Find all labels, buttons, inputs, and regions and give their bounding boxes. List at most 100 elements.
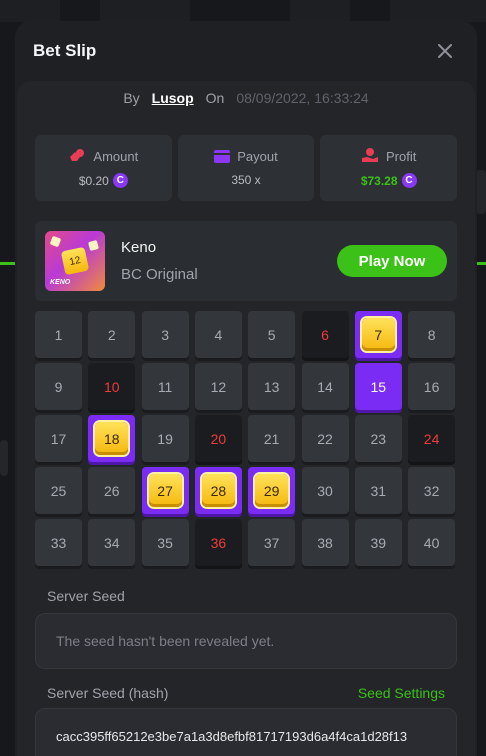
server-seed-label: Server Seed [47,588,125,604]
stat-payout: Payout 350 x [177,135,315,201]
keno-tile: 4 [194,311,242,358]
keno-tile: 8 [408,311,456,358]
keno-game-thumbnail: 12 KENO [45,231,105,291]
keno-tile: 27 [141,467,189,514]
bet-slip-body: By Lusop On 08/09/2022, 16:33:24 Amount … [17,81,475,756]
modal-header: Bet Slip [15,21,477,81]
keno-hit-gem: 7 [361,318,395,351]
on-label: On [205,90,225,106]
keno-tile: 19 [141,415,189,462]
keno-tile: 2 [88,311,136,358]
bet-byline: By Lusop On 08/09/2022, 16:33:24 [17,89,475,107]
keno-tile: 35 [141,519,189,566]
sparkle-icon [87,239,100,252]
stat-amount: Amount $0.20 C [35,135,172,201]
background-panel [100,0,190,22]
game-subtitle: BC Original [121,266,198,283]
keno-tile: 6 [301,311,349,358]
keno-tile: 31 [354,467,402,514]
stat-label: Amount [93,148,139,164]
bet-stats: Amount $0.20 C Payout 350 x Profit $73.2… [35,135,458,201]
server-seed-field[interactable]: The seed hasn't been revealed yet. [35,613,457,669]
keno-tile: 10 [88,363,136,410]
keno-tile: 24 [408,415,456,462]
keno-tile: 37 [248,519,296,566]
stat-value: 350 x [231,173,261,187]
thumbnail-brand: KENO [50,279,71,286]
keno-tile: 36 [194,519,242,566]
server-seed-hash-label: Server Seed (hash) [47,685,169,701]
sparkle-icon [49,235,62,248]
keno-tile: 16 [408,363,456,410]
seed-settings-link[interactable]: Seed Settings [358,685,445,701]
keno-tile: 3 [141,311,189,358]
server-seed-hash-value: cacc395ff65212e3be7a1a3d8efbf81717193d6a… [56,729,408,744]
stat-value: $0.20 [78,173,109,188]
keno-tile: 34 [88,519,136,566]
background-accent [0,262,16,265]
keno-tile: 32 [408,467,456,514]
bet-slip-modal: Bet Slip By Lusop On 08/09/2022, 16:33:2… [15,21,477,756]
stat-header: Amount [68,148,138,164]
keno-hit-gem: 28 [201,474,235,507]
keno-tile: 18 [88,415,136,462]
keno-tile: 38 [301,519,349,566]
keno-hit-gem: 27 [148,474,182,507]
coin-icon: C [401,173,417,188]
stat-value-row: 350 x [231,173,260,187]
dice-icon: 12 [60,246,90,276]
keno-tile: 13 [248,363,296,410]
background-panel [390,0,486,22]
stat-profit: Profit $73.28 C [320,135,458,201]
player-name-link[interactable]: Lusop [152,90,194,106]
bet-timestamp: 08/09/2022, 16:33:24 [236,90,369,106]
keno-tile: 25 [35,467,82,514]
keno-tile: 33 [35,519,82,566]
keno-tile: 12 [194,363,242,410]
keno-tile: 30 [301,467,349,514]
hand-money-icon [362,148,378,162]
by-label: By [123,90,140,106]
stat-header: Profit [361,148,416,164]
background-tile [476,170,486,214]
keno-tile: 14 [301,363,349,410]
keno-tile: 23 [354,415,402,462]
stat-label: Payout [237,149,278,164]
keno-tile: 1 [35,311,82,358]
stat-value-row: $0.20 C [79,173,128,188]
keno-tile: 9 [35,363,82,410]
stat-header: Payout [214,149,278,164]
play-now-button[interactable]: Play Now [337,245,447,277]
background-panel [0,0,60,22]
card-icon [214,150,231,163]
keno-tile: 21 [248,415,296,462]
keno-tile: 40 [408,519,456,566]
keno-tile: 20 [194,415,242,462]
keno-tile: 17 [35,415,82,462]
close-button[interactable] [433,39,457,63]
server-seed-value: The seed hasn't been revealed yet. [56,633,275,649]
keno-tile: 28 [194,467,242,514]
keno-tile: 22 [301,415,349,462]
close-icon [438,44,452,58]
stat-value-row: $73.28 C [361,173,417,188]
coin-icon: C [112,173,128,188]
server-seed-hash-field[interactable]: cacc395ff65212e3be7a1a3d8efbf81717193d6a… [35,708,457,756]
keno-tile: 39 [354,519,402,566]
keno-tile: 26 [88,467,136,514]
stat-value: $73.28 [360,173,398,188]
keno-hit-gem: 18 [95,422,129,455]
stat-label: Profit [386,148,417,164]
background-tile [0,440,8,476]
keno-hit-gem: 29 [255,474,289,507]
keno-tile: 5 [248,311,296,358]
game-card: 12 KENO Keno BC Original Play Now [35,221,457,301]
money-bag-icon [70,149,85,161]
background-panel [290,0,350,22]
keno-tile: 15 [354,363,402,410]
keno-tile: 7 [354,311,402,358]
modal-title: Bet Slip [33,41,97,60]
keno-tile: 29 [248,467,296,514]
game-name: Keno [121,239,157,256]
keno-tile: 11 [141,363,189,410]
